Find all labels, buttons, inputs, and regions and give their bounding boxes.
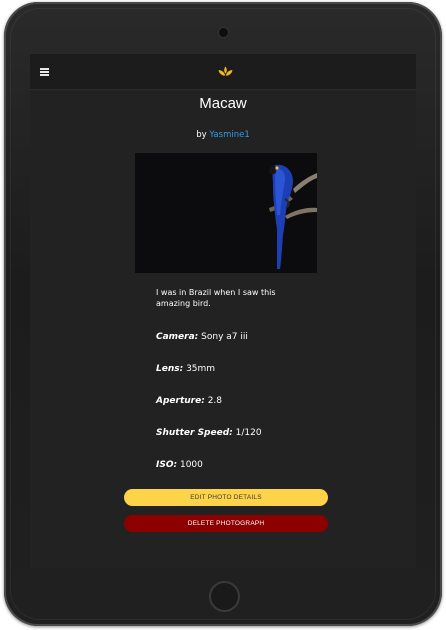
app-screen: Macaw by Yasmine1 I was in Brazil when I… <box>30 54 416 568</box>
edit-photo-details-button[interactable]: EDIT PHOTO DETAILS <box>124 489 328 506</box>
shutter-speed-label: Shutter Speed: <box>156 428 233 438</box>
macaw-image <box>135 153 317 273</box>
photo-title: Macaw <box>199 95 247 112</box>
delete-photograph-button[interactable]: DELETE PHOTOGRAPH <box>124 515 328 532</box>
aperture-detail: Aperture: 2.8 <box>156 396 222 406</box>
iso-detail: ISO: 1000 <box>156 460 203 470</box>
lotus-logo-icon[interactable] <box>218 66 233 78</box>
photo-description: I was in Brazil when I saw this amazing … <box>156 288 276 308</box>
camera-label: Camera: <box>156 332 199 342</box>
aperture-label: Aperture: <box>156 396 205 406</box>
tablet-device: Macaw by Yasmine1 I was in Brazil when I… <box>4 2 442 626</box>
lens-detail: Lens: 35mm <box>156 364 215 374</box>
lens-label: Lens: <box>156 364 184 374</box>
home-button[interactable] <box>209 581 240 612</box>
lens-value: 35mm <box>186 364 216 374</box>
hamburger-menu-icon[interactable] <box>40 68 49 76</box>
photo-byline: by Yasmine1 <box>30 130 416 140</box>
iso-value: 1000 <box>179 460 203 470</box>
byline-prefix: by <box>196 130 207 140</box>
camera-detail: Camera: Sony a7 iii <box>156 332 248 342</box>
camera-value: Sony a7 iii <box>201 332 248 342</box>
shutter-speed-detail: Shutter Speed: 1/120 <box>156 428 262 438</box>
front-camera-icon <box>219 28 228 37</box>
aperture-value: 2.8 <box>207 396 223 406</box>
iso-label: ISO: <box>156 460 178 470</box>
photo-image <box>135 153 317 273</box>
shutter-speed-value: 1/120 <box>235 428 262 438</box>
top-navbar <box>30 54 416 90</box>
author-link[interactable]: Yasmine1 <box>209 130 249 140</box>
